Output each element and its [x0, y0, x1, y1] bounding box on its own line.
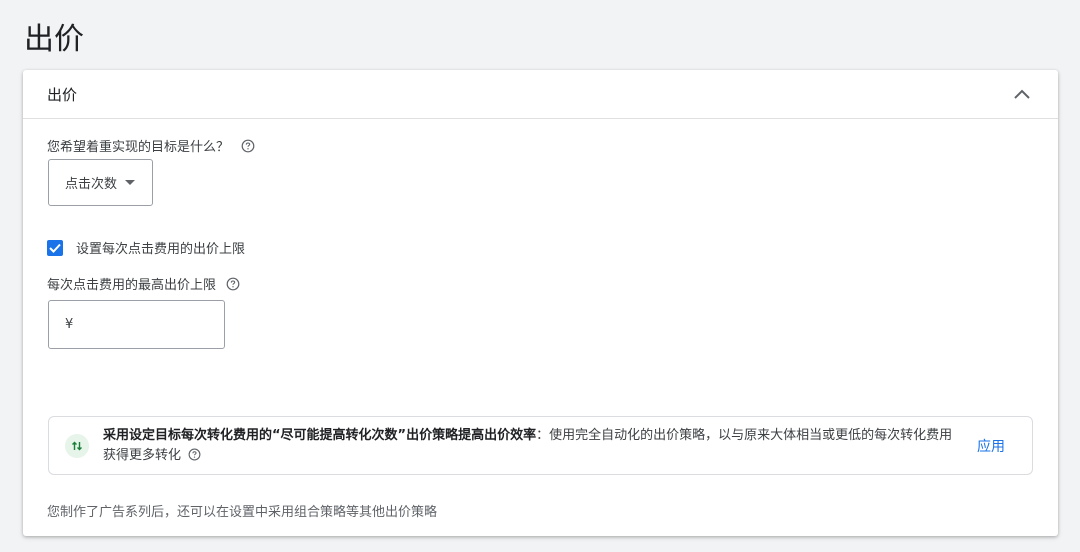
- max-cpc-input[interactable]: [81, 316, 216, 333]
- dropdown-arrow-icon: [125, 180, 136, 185]
- currency-symbol: ¥: [65, 317, 74, 332]
- apply-button[interactable]: 应用: [977, 436, 1005, 456]
- goal-dropdown[interactable]: 点击次数: [48, 159, 153, 206]
- footnote: 您制作了广告系列后，还可以在设置中采用组合策略等其他出价策略: [47, 505, 438, 520]
- recommendation-title: 采用设定目标每次转化费用的“尽可能提高转化次数”出价策略提高出价效率: [103, 427, 537, 443]
- check-icon: [49, 243, 61, 253]
- card-title: 出价: [47, 85, 78, 104]
- help-icon[interactable]: [241, 139, 255, 153]
- help-icon[interactable]: [188, 448, 201, 461]
- cpc-limit-row[interactable]: 设置每次点击费用的出价上限: [47, 238, 245, 257]
- recommendation-text: 采用设定目标每次转化费用的“尽可能提高转化次数”出价策略提高出价效率：使用完全自…: [103, 426, 953, 466]
- goal-question: 您希望着重实现的目标是什么？: [47, 136, 255, 155]
- recommendation-card: 采用设定目标每次转化费用的“尽可能提高转化次数”出价策略提高出价效率：使用完全自…: [48, 416, 1033, 475]
- help-icon[interactable]: [226, 277, 240, 291]
- collapse-button[interactable]: [1010, 82, 1034, 106]
- page-title: 出价: [24, 22, 84, 57]
- cpc-limit-label: 设置每次点击费用的出价上限: [76, 242, 246, 257]
- goal-dropdown-value: 点击次数: [65, 177, 118, 192]
- bidding-strategy-icon: [65, 433, 89, 458]
- max-cpc-label-row: 每次点击费用的最高出价上限: [47, 274, 240, 293]
- card-header[interactable]: 出价: [23, 70, 1058, 119]
- cpc-limit-checkbox[interactable]: [47, 239, 63, 256]
- max-cpc-label: 每次点击费用的最高出价上限: [47, 278, 217, 293]
- chevron-up-icon: [1014, 89, 1030, 99]
- max-cpc-field[interactable]: ¥: [48, 300, 225, 349]
- bidding-card: 出价 您希望着重实现的目标是什么？ 点击次数 设置每次点击费用的出价上限 每次点…: [23, 70, 1058, 536]
- goal-question-label: 您希望着重实现的目标是什么？: [47, 140, 230, 155]
